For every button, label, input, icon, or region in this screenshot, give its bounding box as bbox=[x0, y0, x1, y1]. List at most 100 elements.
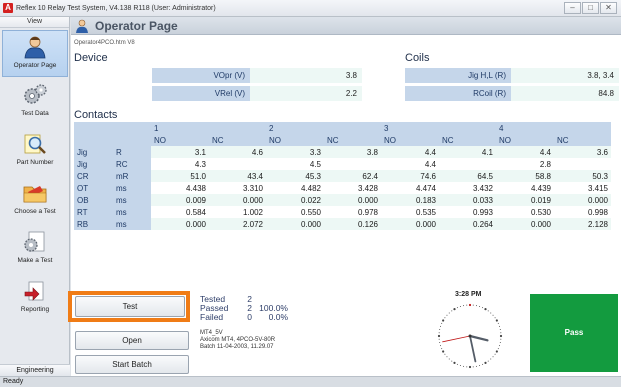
contact-value: 3.3 bbox=[266, 146, 324, 158]
contacts-section-title: Contacts bbox=[74, 109, 118, 121]
clock-tick bbox=[472, 366, 474, 368]
contact-row: CR mR 51.0 43.4 45.3 62.4 74.6 64.5 58.8 50.3 bbox=[74, 170, 611, 182]
app-icon: A bbox=[3, 3, 13, 13]
contact-value: 0.993 bbox=[439, 206, 496, 218]
file-name: Operator4PCO.htm V8 bbox=[74, 40, 135, 46]
result-pass-indicator: Pass bbox=[530, 294, 618, 372]
clock-tick bbox=[484, 361, 487, 364]
clock-tick bbox=[494, 317, 496, 319]
clock-tick bbox=[439, 329, 441, 331]
contact-row: RT ms 0.584 1.002 0.550 0.978 0.535 0.993 0.530 0… bbox=[74, 206, 611, 218]
contact-row: OB ms 0.009 0.000 0.022 0.000 0.183 0.033 0.019 0… bbox=[74, 194, 611, 206]
sidebar-item-part-number[interactable]: Part Number bbox=[2, 128, 68, 175]
magnifier-icon bbox=[24, 134, 46, 154]
clock-tick bbox=[446, 356, 448, 358]
contact-value: 50.3 bbox=[554, 170, 611, 182]
contact-value: 0.998 bbox=[554, 206, 611, 218]
contact-value: 0.000 bbox=[209, 194, 266, 206]
contact-value: 0.535 bbox=[381, 206, 439, 218]
gears-icon bbox=[24, 84, 47, 104]
contacts-table: 1 2 3 4 NO NC NO NC NO NC NO NC Jig R 3.1 4… bbox=[74, 122, 611, 230]
row-unit: ms bbox=[113, 182, 151, 194]
contact-value: 0.000 bbox=[496, 218, 554, 230]
maximize-button[interactable]: □ bbox=[582, 2, 599, 14]
clock-time: 3:28 PM bbox=[455, 291, 482, 298]
clock-tick bbox=[448, 312, 450, 314]
sidebar-item-choose-a-test[interactable]: Choose a Test bbox=[2, 177, 68, 224]
contact-value bbox=[439, 158, 496, 170]
test-button[interactable]: Test bbox=[75, 296, 185, 317]
operator-icon bbox=[76, 19, 88, 33]
status-bar: Ready bbox=[0, 376, 621, 387]
info-line-3: Batch 11-04-2003, 11.29.07 bbox=[200, 344, 274, 350]
operator-page: Operator Page Operator4PCO.htm V8 Device… bbox=[68, 17, 621, 376]
open-button[interactable]: Open bbox=[75, 331, 189, 350]
clock-tick bbox=[440, 345, 442, 347]
clock-tick bbox=[441, 348, 443, 350]
clock-hub bbox=[468, 334, 472, 338]
contact-value: 0.584 bbox=[151, 206, 209, 218]
contact-value: 0.550 bbox=[266, 206, 324, 218]
device-section-title: Device bbox=[74, 52, 108, 64]
device-value-vrel: 2.2 bbox=[250, 86, 362, 101]
contact-value: 4.474 bbox=[381, 182, 439, 194]
contact-value: 0.000 bbox=[266, 218, 324, 230]
close-button[interactable]: ✕ bbox=[600, 2, 617, 14]
contact-value: 43.4 bbox=[209, 170, 266, 182]
contact-value: 3.1 bbox=[151, 146, 209, 158]
clock-tick bbox=[451, 310, 453, 312]
clock-tick bbox=[492, 314, 494, 316]
clock-tick bbox=[487, 310, 489, 312]
sidebar-item-reporting[interactable]: Reporting bbox=[2, 275, 68, 322]
clock-tick bbox=[459, 364, 461, 366]
window-title: Reflex 10 Relay Test System, V4.138 R118… bbox=[16, 4, 216, 12]
contact-value: 4.4 bbox=[381, 146, 439, 158]
sidebar-item-operator-page[interactable]: Operator Page bbox=[2, 30, 68, 77]
failed-label: Failed bbox=[200, 312, 224, 322]
contact-value: 4.4 bbox=[381, 158, 439, 170]
gears-page-icon bbox=[24, 231, 45, 252]
contact-row: OT ms 4.438 3.310 4.482 3.428 4.474 3.432 4.439 3… bbox=[74, 182, 611, 194]
test-stats: Tested 2 Passed 2 100.0% Failed 0 0.0% bbox=[200, 295, 288, 322]
clock-tick bbox=[451, 360, 453, 362]
sidebar-item-make-a-test[interactable]: Make a Test bbox=[2, 226, 68, 273]
clock-tick bbox=[463, 305, 465, 307]
coils-value-rcoil: 84.8 bbox=[511, 86, 619, 101]
contact-row: Jig R 3.1 4.6 3.3 3.8 4.4 4.1 4.4 3.6 bbox=[74, 146, 611, 158]
sidebar-header: View bbox=[0, 17, 69, 28]
row-name: OT bbox=[74, 182, 113, 194]
clock-tick bbox=[495, 319, 498, 322]
device-value-vopr: 3.8 bbox=[250, 68, 362, 83]
contact-value: 4.482 bbox=[266, 182, 324, 194]
contact-value: 4.438 bbox=[151, 182, 209, 194]
clock-tick bbox=[440, 325, 442, 327]
sidebar-item-label: Part Number bbox=[16, 159, 54, 166]
clock-tick bbox=[439, 341, 441, 343]
sidebar-item-test-data[interactable]: Test Data bbox=[2, 79, 68, 126]
clock-tick bbox=[498, 345, 500, 347]
contact-group-3: 3 bbox=[381, 122, 496, 134]
row-name: OB bbox=[74, 194, 113, 206]
contact-value: 4.1 bbox=[439, 146, 496, 158]
contact-value: 0.000 bbox=[554, 194, 611, 206]
sidebar-footer-engineering[interactable]: Engineering bbox=[0, 364, 70, 376]
contact-group-1: 1 bbox=[151, 122, 266, 134]
clock-tick bbox=[494, 353, 496, 355]
sidebar-item-label: Test Data bbox=[21, 110, 49, 117]
clock-tick bbox=[459, 306, 461, 308]
sidebar-item-label: Reporting bbox=[20, 306, 50, 313]
contact-value: 0.000 bbox=[324, 194, 381, 206]
contact-value: 2.072 bbox=[209, 218, 266, 230]
contact-value: 3.310 bbox=[209, 182, 266, 194]
minimize-button[interactable]: ‒ bbox=[564, 2, 581, 14]
clock-tick bbox=[492, 356, 494, 358]
contact-value: 3.415 bbox=[554, 182, 611, 194]
contact-value bbox=[554, 158, 611, 170]
start-batch-button[interactable]: Start Batch bbox=[75, 355, 189, 374]
contact-value: 1.002 bbox=[209, 206, 266, 218]
subheader-nc: NC bbox=[554, 134, 611, 146]
clock-tick bbox=[456, 307, 458, 309]
clock-tick bbox=[500, 338, 502, 340]
row-name: Jig bbox=[74, 158, 113, 170]
contact-value: 4.4 bbox=[496, 146, 554, 158]
